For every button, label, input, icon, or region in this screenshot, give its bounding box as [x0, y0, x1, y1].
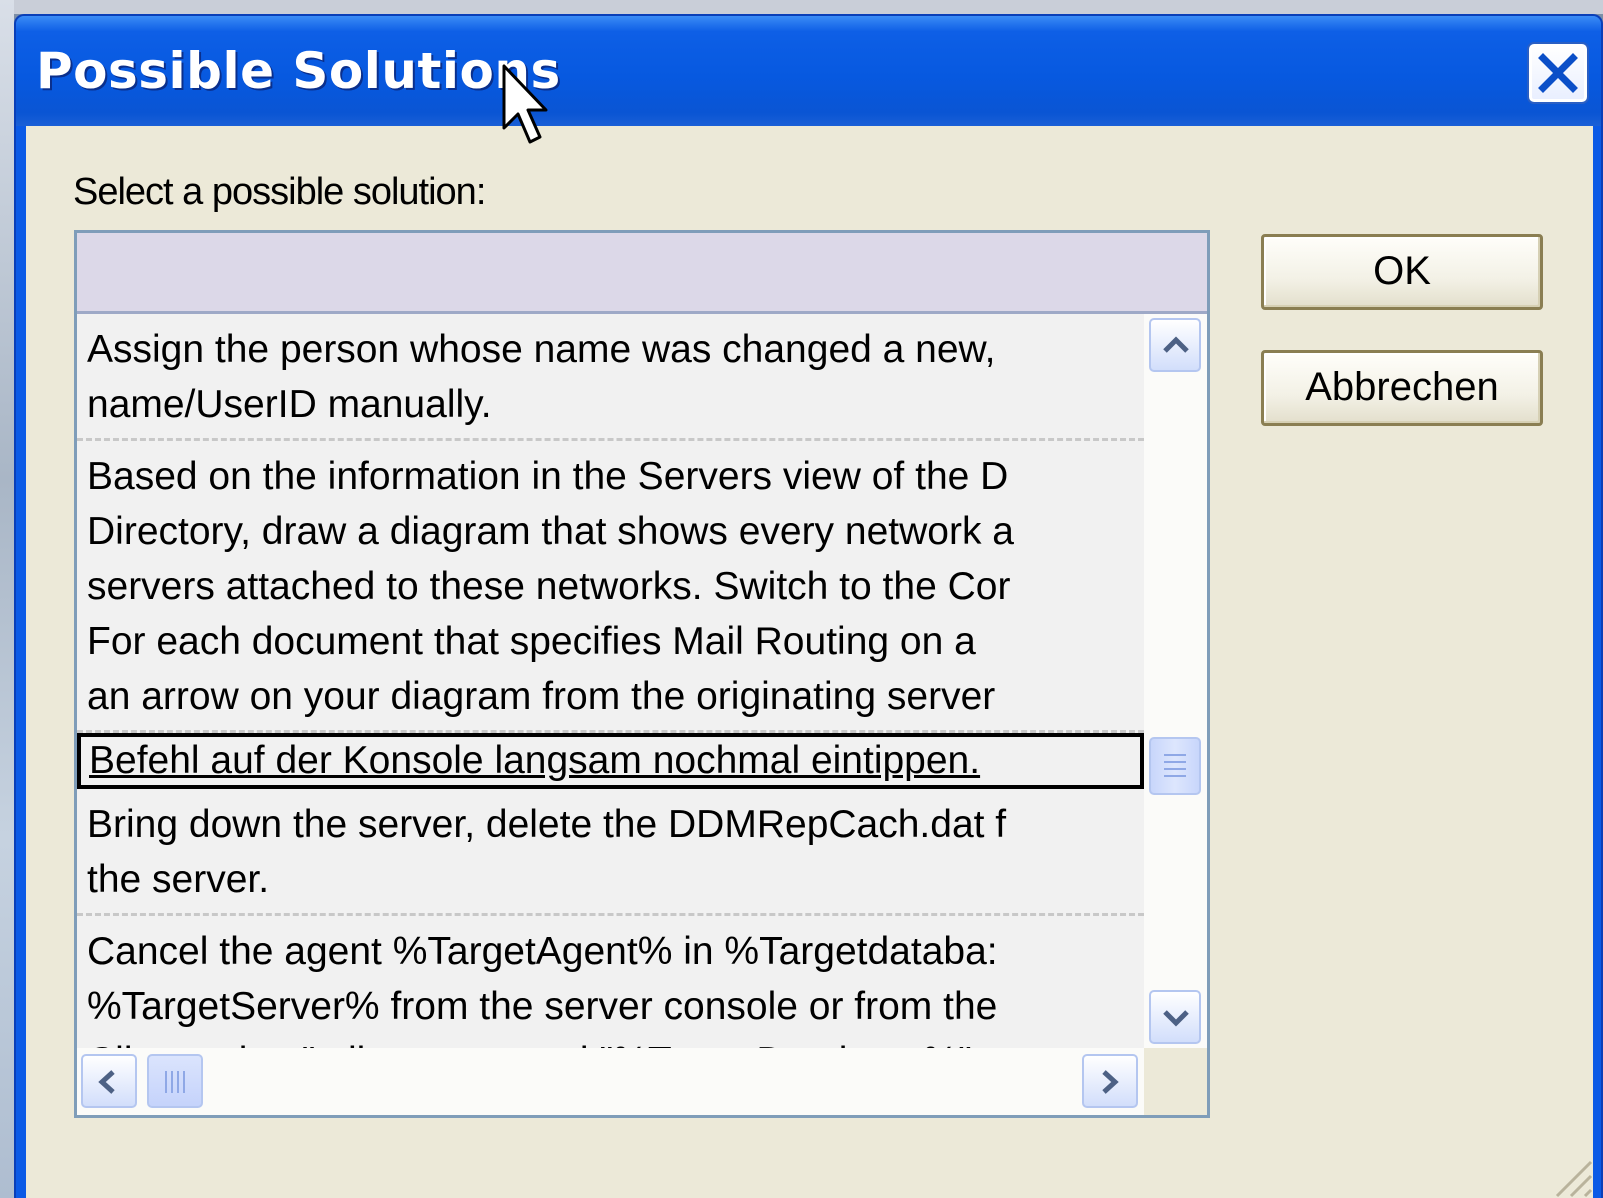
list-item-line: Client using "tell amgr cancel "%TargetD…	[87, 1034, 1144, 1048]
scroll-left-button[interactable]	[81, 1054, 137, 1108]
list-item[interactable]: Cancel the agent %TargetAgent% in %Targe…	[77, 916, 1144, 1048]
mouse-pointer-icon	[502, 64, 548, 144]
scroll-up-button[interactable]	[1149, 318, 1201, 372]
scroll-right-button[interactable]	[1082, 1054, 1138, 1108]
horizontal-scroll-thumb[interactable]	[147, 1054, 203, 1108]
list-header	[77, 233, 1207, 314]
scroll-down-button[interactable]	[1149, 990, 1201, 1044]
list-item-line: an arrow on your diagram from the origin…	[87, 675, 996, 718]
list-item-line: %TargetServer% from the server console o…	[87, 985, 998, 1028]
desktop-backdrop-top	[0, 0, 1603, 14]
list-item-line: Befehl auf der Konsole langsam nochmal e…	[89, 739, 981, 782]
title-bar[interactable]: Possible Solutions	[16, 16, 1601, 126]
select-solution-label: Select a possible solution:	[73, 171, 486, 213]
list-item-line: Cancel the agent %TargetAgent% in %Targe…	[87, 930, 998, 973]
possible-solutions-dialog: Possible Solutions Select a possible sol…	[14, 14, 1603, 1198]
solutions-listbox[interactable]: Assign the person whose name was changed…	[74, 230, 1210, 1118]
list-item[interactable]: Based on the information in the Servers …	[77, 441, 1144, 733]
dialog-client-area: Select a possible solution: Assign the p…	[26, 126, 1593, 1198]
horizontal-scrollbar[interactable]	[77, 1048, 1144, 1115]
list-item[interactable]: Assign the person whose name was changed…	[77, 314, 1144, 441]
scrollbar-corner	[1144, 1048, 1207, 1115]
chevron-left-icon	[98, 1070, 115, 1094]
list-item-line: Based on the information in the Servers …	[87, 455, 1009, 498]
list-item-line: name/UserID manually.	[87, 383, 492, 426]
resize-grip-icon[interactable]	[1545, 1150, 1593, 1198]
grip-icon	[1164, 754, 1186, 782]
list-item[interactable]: Bring down the server, delete the DDMRep…	[77, 789, 1144, 916]
vertical-scroll-thumb[interactable]	[1149, 737, 1201, 795]
cancel-button[interactable]: Abbrechen	[1261, 350, 1543, 426]
desktop-backdrop-left	[0, 0, 14, 1198]
list-item-line: servers attached to these networks. Swit…	[87, 565, 1011, 608]
close-button[interactable]	[1529, 44, 1587, 102]
vertical-scrollbar[interactable]	[1144, 314, 1207, 1048]
list-item-line: Directory, draw a diagram that shows eve…	[87, 510, 1014, 553]
chevron-right-icon	[1102, 1070, 1119, 1094]
dialog-title: Possible Solutions	[36, 42, 561, 100]
list-item-line: For each document that specifies Mail Ro…	[87, 620, 976, 663]
close-icon	[1538, 53, 1578, 93]
chevron-down-icon	[1163, 1010, 1189, 1027]
list-item-line: Assign the person whose name was changed…	[87, 328, 996, 371]
list-item-line: the server.	[87, 858, 270, 901]
chevron-up-icon	[1163, 336, 1189, 353]
grip-icon	[165, 1071, 189, 1093]
list-item-selected[interactable]: Befehl auf der Konsole langsam nochmal e…	[77, 733, 1144, 789]
solutions-list[interactable]: Assign the person whose name was changed…	[77, 314, 1144, 1048]
list-item-line: Bring down the server, delete the DDMRep…	[87, 803, 1007, 846]
ok-button[interactable]: OK	[1261, 234, 1543, 310]
